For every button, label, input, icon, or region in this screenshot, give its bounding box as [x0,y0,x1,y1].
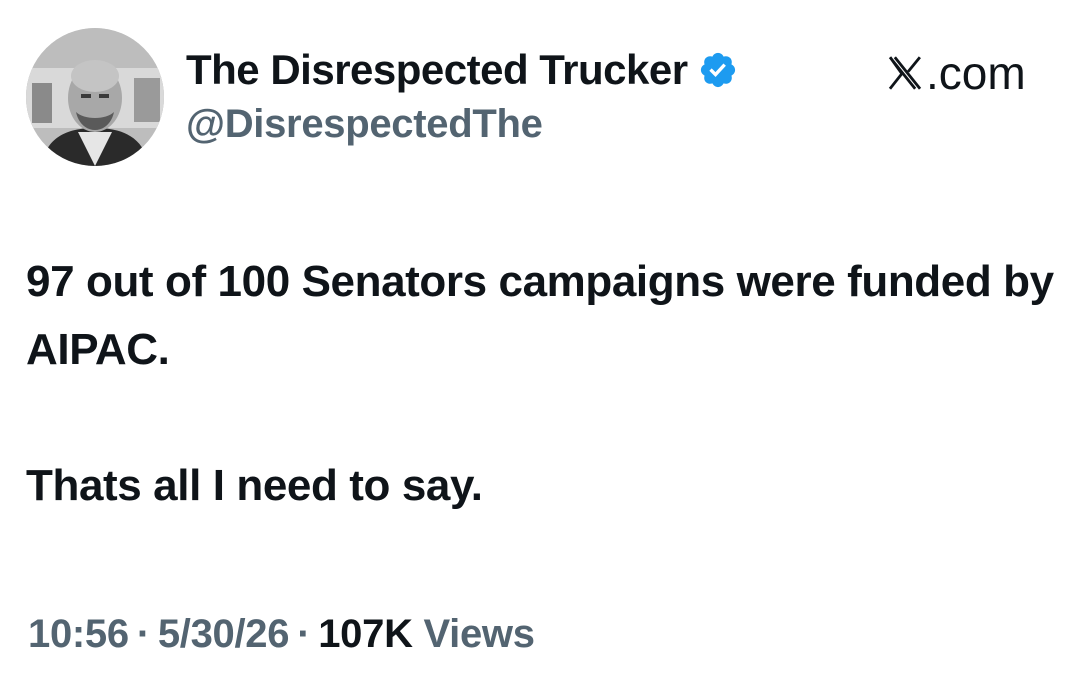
post-card: The Disrespected Trucker @DisrespectedTh… [0,0,1080,690]
author-block: The Disrespected Trucker @DisrespectedTh… [186,44,738,147]
post-meta: 10:56 · 5/30/26 · 107K Views [28,612,535,657]
site-label: .com [884,46,1026,100]
meta-separator: · [297,612,311,656]
post-paragraph: 97 out of 100 Senators campaigns were fu… [26,257,1054,374]
post-date[interactable]: 5/30/26 [158,612,290,656]
name-row: The Disrespected Trucker [186,44,738,96]
views-count[interactable]: 107K [318,612,413,656]
post-time[interactable]: 10:56 [28,612,129,656]
author-handle[interactable]: @DisrespectedThe [186,102,738,147]
site-domain: .com [926,47,1026,99]
display-name[interactable]: The Disrespected Trucker [186,46,688,94]
views-label[interactable]: Views [424,612,535,656]
verified-badge-icon[interactable] [698,50,738,90]
x-logo-icon [888,56,922,90]
meta-separator: · [136,612,150,656]
post-paragraph: Thats all I need to say. [26,461,483,510]
avatar[interactable] [26,28,164,166]
post-text: 97 out of 100 Senators campaigns were fu… [26,248,1056,520]
avatar-photo-icon [26,28,164,166]
